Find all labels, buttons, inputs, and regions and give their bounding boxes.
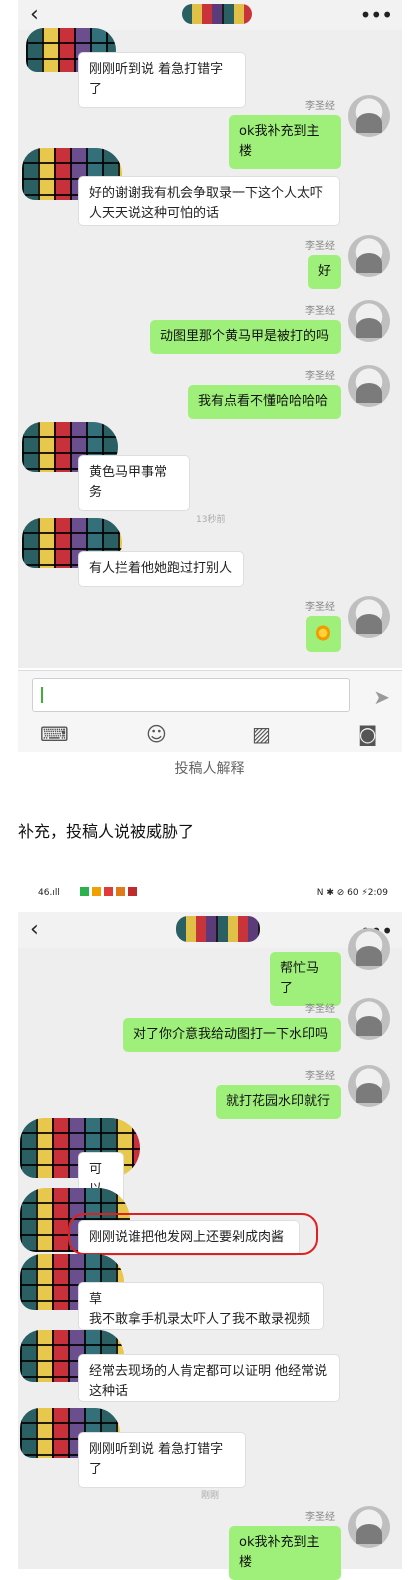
avatar[interactable] xyxy=(348,928,390,970)
status-signal: 46.ıll xyxy=(38,888,60,898)
back-icon[interactable]: ‹ xyxy=(30,4,39,26)
avatar[interactable] xyxy=(348,998,390,1040)
avatar[interactable] xyxy=(348,1065,390,1107)
message-input[interactable] xyxy=(32,678,350,712)
status-bar: 46.ıll N ✱ ⊘ 60 ⚡2:09 xyxy=(18,884,402,908)
image-icon[interactable]: ▨ xyxy=(252,722,271,746)
message-bubble-right: ok我补充到主楼 xyxy=(229,115,341,169)
avatar[interactable] xyxy=(348,235,390,277)
message-bubble-left: 经常去现场的人肯定都可以证明 他经常说 这种话 xyxy=(78,1354,340,1402)
sender-name: 李圣经 xyxy=(305,1004,335,1015)
message-bubble-right: 就打花园水印就行 xyxy=(216,1085,341,1119)
post-note: 补充，投稿人说被威胁了 xyxy=(18,822,195,841)
avatar[interactable] xyxy=(348,300,390,342)
chat-header-2: ‹ ••• xyxy=(18,912,402,948)
avatar[interactable] xyxy=(348,365,390,407)
message-bubble-left: 刚刚听到说 着急打错字了 xyxy=(78,1432,246,1488)
sender-name: 李圣经 xyxy=(305,101,335,112)
sender-name: 李圣经 xyxy=(305,241,335,252)
highlight-annotation xyxy=(68,1213,318,1255)
message-input-bar: ➤ xyxy=(18,670,402,721)
fire-sticker-icon xyxy=(316,625,330,641)
keyboard-icon[interactable]: ⌨ xyxy=(40,722,69,746)
message-bubble-left: 草 我不敢拿手机录太吓人了我不敢录视频 xyxy=(78,1282,324,1330)
contact-name-redacted xyxy=(182,4,252,24)
emoji-icon[interactable]: ☺ xyxy=(146,722,167,746)
message-bubble-right: 帮忙马了 xyxy=(270,952,341,1006)
back-icon[interactable]: ‹ xyxy=(30,919,39,941)
message-bubble-right: 好 xyxy=(308,255,341,289)
sender-name: 李圣经 xyxy=(305,1512,335,1523)
send-icon[interactable]: ➤ xyxy=(373,685,390,709)
sender-name: 李圣经 xyxy=(305,602,335,613)
avatar[interactable] xyxy=(348,95,390,137)
status-app-icons xyxy=(80,887,137,899)
camera-icon[interactable]: ◙ xyxy=(358,722,377,746)
avatar[interactable] xyxy=(348,596,390,638)
sender-name: 李圣经 xyxy=(305,371,335,382)
message-bubble-left: 刚刚听到说 着急打错字了 xyxy=(78,52,246,108)
message-bubble-left: 黄色马甲事常务 xyxy=(78,455,190,511)
message-bubble-right: ok我补充到主楼 xyxy=(229,1526,341,1580)
avatar[interactable] xyxy=(348,1506,390,1548)
image-caption: 投稿人解释 xyxy=(174,761,245,777)
sender-name: 李圣经 xyxy=(305,306,335,317)
message-bubble-right xyxy=(306,616,341,652)
input-toolbar: ⌨ ☺ ▨ ◙ xyxy=(18,716,402,752)
sender-name: 李圣经 xyxy=(305,1071,335,1082)
contact-name-redacted xyxy=(176,916,260,942)
message-bubble-right: 对了你介意我给动图打一下水印吗 xyxy=(123,1018,341,1052)
text-caret xyxy=(41,687,43,703)
message-bubble-left: 有人拦着他她跑过打别人 xyxy=(78,551,244,587)
chat-header-1: ‹ ••• xyxy=(18,0,402,30)
time-divider: 13秒前 xyxy=(196,515,226,525)
time-divider: 刚刚 xyxy=(201,1491,220,1501)
message-bubble-left: 好的谢谢我有机会争取录一下这个人太吓 人天天说这种可怕的话 xyxy=(78,176,340,226)
message-bubble-right: 动图里那个黄马甲是被打的吗 xyxy=(150,320,341,354)
status-system: N ✱ ⊘ 60 ⚡2:09 xyxy=(316,888,388,898)
message-bubble-right: 我有点看不懂哈哈哈哈 xyxy=(188,385,341,419)
more-icon[interactable]: ••• xyxy=(360,5,393,25)
